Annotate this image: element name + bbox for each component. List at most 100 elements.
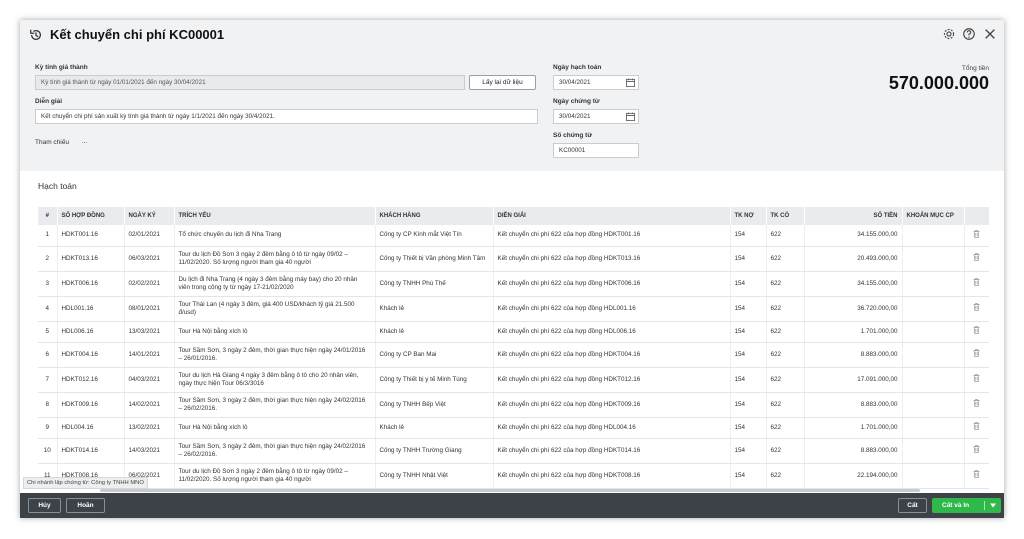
gear-icon[interactable] [942,27,956,41]
row-sign-date[interactable]: 02/01/2021 [124,225,175,247]
row-debit[interactable]: 154 [730,438,767,464]
trash-icon[interactable] [973,278,980,286]
posting-date-field[interactable]: 30/04/2021 [553,75,639,90]
row-debit[interactable]: 154 [730,225,767,247]
row-amount[interactable]: 36.720.000,00 [804,296,903,322]
row-debit[interactable]: 154 [730,321,767,343]
row-index[interactable]: 4 [38,296,58,322]
table-row[interactable]: 3 HDKT006.16 02/02/2021 Du lịch đi Nha Tran… [38,271,989,297]
row-credit[interactable]: 622 [766,296,805,322]
row-contract[interactable]: HDL001.16 [57,296,125,322]
row-amount[interactable]: 1.701.000,00 [804,417,903,439]
row-cost-item[interactable] [902,417,965,439]
row-sign-date[interactable]: 13/02/2021 [124,417,175,439]
row-credit[interactable]: 622 [766,438,805,464]
row-summary[interactable]: Tour Hà Nội bằng xích lô [174,417,376,439]
row-summary[interactable]: Tổ chức chuyến du lịch đi Nha Trang [174,225,376,247]
row-cost-item[interactable] [902,271,965,297]
row-summary[interactable]: Tour du lịch Đồ Sơn 3 ngày 2 đêm bằng ô … [174,246,376,272]
row-index[interactable]: 7 [38,367,58,393]
row-credit[interactable]: 622 [766,342,805,368]
row-cost-item[interactable] [902,367,965,393]
row-customer[interactable]: Công ty TNHH Trường Giang [375,438,494,464]
table-row[interactable]: 9 HDL004.16 13/02/2021 Tour Hà Nội bằng xíc… [38,417,989,439]
row-debit[interactable]: 154 [730,463,767,489]
row-description[interactable]: Kết chuyển chi phí 622 của hợp đồng HDL0… [493,417,731,439]
row-contract[interactable]: HDKT009.16 [57,392,125,418]
row-debit[interactable]: 154 [730,271,767,297]
trash-icon[interactable] [973,374,980,382]
row-index[interactable]: 10 [38,438,58,464]
table-row[interactable]: 2 HDKT013.16 06/03/2021 Tour du lịch Đồ Sơn… [38,246,989,272]
row-credit[interactable]: 622 [766,321,805,343]
row-debit[interactable]: 154 [730,367,767,393]
row-debit[interactable]: 154 [730,342,767,368]
save-print-button[interactable]: Cất và In [932,498,1001,513]
undo-button[interactable]: Hoãn [66,498,105,513]
chevron-down-icon[interactable] [990,503,996,508]
row-summary[interactable]: Tour Thái Lan (4 ngày 3 đêm, giá 400 USD… [174,296,376,322]
row-index[interactable]: 3 [38,271,58,297]
row-summary[interactable]: Tour Sầm Sơn, 3 ngày 2 đêm, thời gian th… [174,392,376,418]
reload-data-button[interactable]: Lấy lại dữ liệu [469,75,536,90]
row-debit[interactable]: 154 [730,246,767,272]
row-debit[interactable]: 154 [730,296,767,322]
row-description[interactable]: Kết chuyển chi phí 622 của hợp đồng HDKT… [493,392,731,418]
row-credit[interactable]: 622 [766,271,805,297]
reference-link[interactable]: ... [82,138,87,145]
close-icon[interactable] [983,27,997,41]
row-credit[interactable]: 622 [766,392,805,418]
row-contract[interactable]: HDKT014.16 [57,438,125,464]
row-index[interactable]: 5 [38,321,58,343]
row-description[interactable]: Kết chuyển chi phí 622 của hợp đồng HDL0… [493,321,731,343]
row-amount[interactable]: 34.155.000,00 [804,225,903,247]
calendar-icon[interactable] [626,78,635,87]
trash-icon[interactable] [973,326,980,334]
row-credit[interactable]: 622 [766,246,805,272]
table-row[interactable]: 5 HDL006.16 13/03/2021 Tour Hà Nội bằng xíc… [38,321,989,343]
table-row[interactable]: 1 HDKT001.16 02/01/2021 Tổ chức chuyến du l… [38,225,989,247]
row-contract[interactable]: HDL006.16 [57,321,125,343]
row-summary[interactable]: Du lịch đi Nha Trang (4 ngày 3 đêm bằng … [174,271,376,297]
row-customer[interactable]: Công ty TNHH Nhật Việt [375,463,494,489]
row-cost-item[interactable] [902,438,965,464]
row-credit[interactable]: 622 [766,463,805,489]
row-contract[interactable]: HDKT004.16 [57,342,125,368]
row-summary[interactable]: Tour du lịch Đồ Sơn 3 ngày 2 đêm bằng ô … [174,463,376,489]
row-contract[interactable]: HDKT006.16 [57,271,125,297]
horizontal-scrollbar[interactable] [100,489,920,492]
row-cost-item[interactable] [902,246,965,272]
row-customer[interactable]: Khách lẻ [375,417,494,439]
row-amount[interactable]: 22.194.000,00 [804,463,903,489]
table-row[interactable]: 8 HDKT009.16 14/02/2021 Tour Sầm Sơn, 3 ngà… [38,392,989,418]
row-contract[interactable]: HDKT001.16 [57,225,125,247]
row-sign-date[interactable]: 13/03/2021 [124,321,175,343]
row-description[interactable]: Kết chuyển chi phí 622 của hợp đồng HDKT… [493,367,731,393]
row-summary[interactable]: Tour Sầm Sơn, 3 ngày 2 đêm, thời gian th… [174,438,376,464]
row-amount[interactable]: 20.493.000,00 [804,246,903,272]
row-description[interactable]: Kết chuyển chi phí 622 của hợp đồng HDL0… [493,296,731,322]
row-cost-item[interactable] [902,392,965,418]
row-amount[interactable]: 17.091.000,00 [804,367,903,393]
row-contract[interactable]: HDKT012.16 [57,367,125,393]
table-row[interactable]: 7 HDKT012.16 04/03/2021 Tour du lịch Hà Gia… [38,367,989,393]
row-customer[interactable]: Công ty Thiết bị y tế Minh Tùng [375,367,494,393]
row-index[interactable]: 9 [38,417,58,439]
help-icon[interactable] [962,27,976,41]
row-description[interactable]: Kết chuyển chi phí 622 của hợp đồng HDKT… [493,246,731,272]
row-sign-date[interactable]: 08/01/2021 [124,296,175,322]
trash-icon[interactable] [973,445,980,453]
row-contract[interactable]: HDL004.16 [57,417,125,439]
row-description[interactable]: Kết chuyển chi phí 622 của hợp đồng HDKT… [493,438,731,464]
row-credit[interactable]: 622 [766,225,805,247]
row-description[interactable]: Kết chuyển chi phí 622 của hợp đồng HDKT… [493,342,731,368]
row-sign-date[interactable]: 04/03/2021 [124,367,175,393]
row-summary[interactable]: Tour du lịch Hà Giang 4 ngày 3 đêm bằng … [174,367,376,393]
row-debit[interactable]: 154 [730,417,767,439]
row-cost-item[interactable] [902,296,965,322]
row-cost-item[interactable] [902,321,965,343]
row-customer[interactable]: Công ty TNHH Bếp Việt [375,392,494,418]
row-sign-date[interactable]: 02/02/2021 [124,271,175,297]
table-row[interactable]: 10 HDKT014.16 14/03/2021 Tour Sầm Sơn, 3 ng… [38,438,989,464]
row-summary[interactable]: Tour Hà Nội bằng xích lô [174,321,376,343]
